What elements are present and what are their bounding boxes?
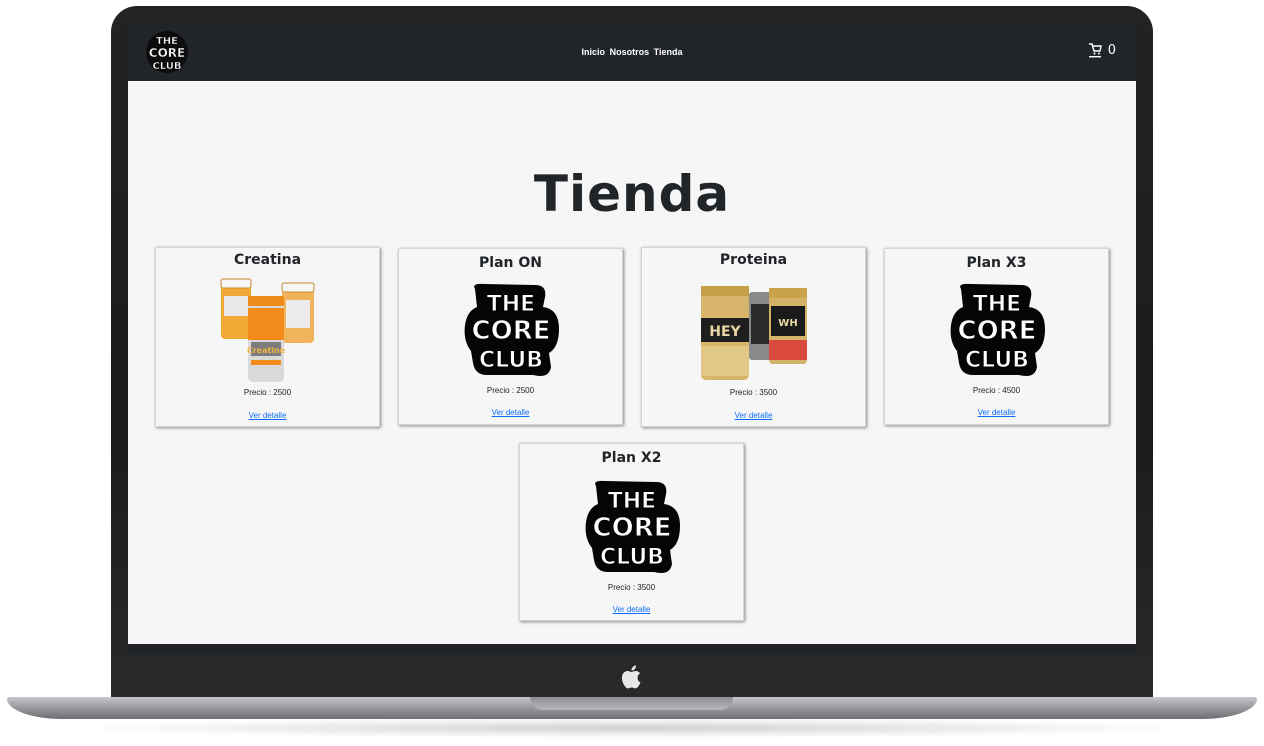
svg-text:CORE: CORE (471, 316, 550, 346)
svg-text:CORE: CORE (957, 316, 1036, 346)
ver-detalle-link[interactable]: Ver detalle (520, 605, 743, 614)
nav-link-tienda[interactable]: Tienda (654, 47, 683, 57)
product-price: Precio : 3500 (729, 388, 778, 397)
ver-detalle-link[interactable]: Ver detalle (399, 408, 622, 417)
svg-text:THE: THE (607, 489, 655, 514)
svg-text:CLUB: CLUB (599, 545, 663, 570)
svg-text:Creatine: Creatine (246, 346, 285, 355)
nav-links: Inicio Nosotros Tienda (128, 47, 1136, 57)
core-club-logo-image: THE CORE CLUB (950, 283, 1045, 376)
product-title: Plan ON (479, 255, 542, 271)
svg-text:THE: THE (486, 292, 534, 317)
laptop-shadow (60, 718, 1204, 738)
ver-detalle-link[interactable]: Ver detalle (156, 411, 379, 420)
core-club-logo-image: THE CORE CLUB (464, 283, 559, 376)
svg-text:CLUB: CLUB (152, 61, 181, 72)
ver-detalle-link[interactable]: Ver detalle (642, 411, 865, 420)
nav-link-inicio[interactable]: Inicio (582, 47, 606, 57)
cart-icon (1088, 43, 1102, 58)
apple-logo-icon (621, 665, 641, 689)
cart-button[interactable]: 0 (1088, 42, 1116, 58)
svg-text:HEY: HEY (709, 324, 741, 340)
laptop-notch (530, 697, 733, 710)
product-price: Precio : 4500 (972, 386, 1021, 395)
svg-text:CLUB: CLUB (964, 348, 1028, 373)
creatine-jars-image: Creatine (220, 278, 314, 382)
whey-protein-cans-image: WH HEY (700, 286, 807, 380)
svg-text:CLUB: CLUB (478, 348, 542, 373)
product-card-proteina: Proteina WH HEY Precio : 3500 Ver detall… (641, 247, 866, 427)
svg-text:CORE: CORE (592, 513, 671, 543)
svg-text:THE: THE (972, 292, 1020, 317)
product-price: Precio : 3500 (607, 583, 656, 592)
product-price: Precio : 2500 (243, 388, 292, 397)
product-title: Creatina (233, 252, 302, 268)
product-card-plan-x3: Plan X3 THE CORE CLUB Precio : 4500 Ver … (884, 248, 1109, 425)
ver-detalle-link[interactable]: Ver detalle (885, 408, 1108, 417)
product-card-plan-x2: Plan X2 THE CORE CLUB Precio : 3500 Ver … (519, 443, 744, 621)
nav-link-nosotros[interactable]: Nosotros (610, 47, 650, 57)
core-club-logo-image: THE CORE CLUB (585, 480, 680, 573)
footer-bar (128, 644, 1136, 654)
cart-count: 0 (1107, 42, 1116, 58)
product-title: Proteina (719, 252, 788, 268)
product-card-creatina: Creatina Creatine Precio : 2500 Ver deta… (155, 247, 380, 427)
svg-text:WH: WH (778, 318, 797, 329)
page-title: Tienda (533, 165, 731, 223)
product-title: Plan X3 (966, 255, 1027, 271)
screen: THE CORE CLUB Inicio Nosotros Tienda 0 T… (128, 23, 1136, 654)
product-title: Plan X2 (601, 450, 662, 466)
navbar: THE CORE CLUB Inicio Nosotros Tienda 0 (128, 23, 1136, 81)
product-card-plan-on: Plan ON THE CORE CLUB Precio : 2500 Ver … (398, 248, 623, 425)
product-price: Precio : 2500 (486, 386, 535, 395)
